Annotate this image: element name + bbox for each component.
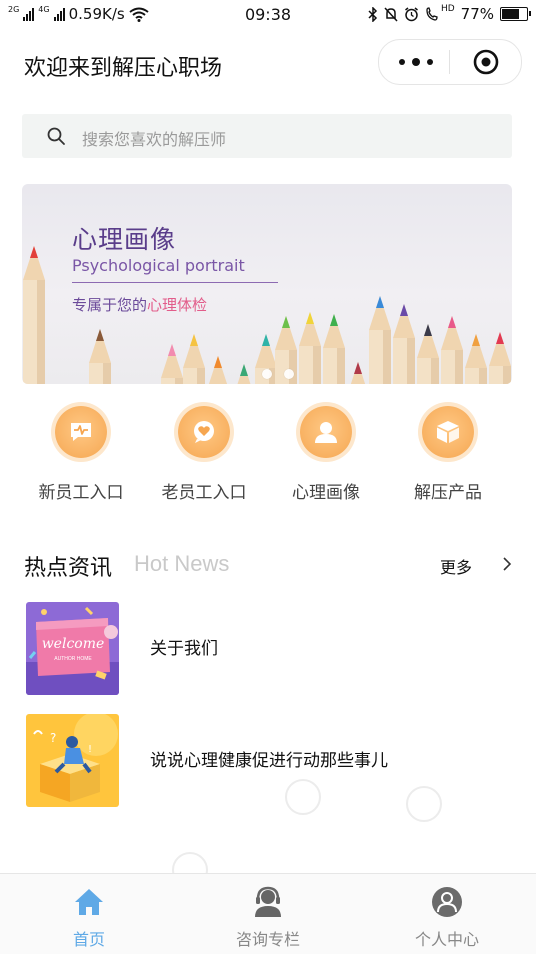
more-link[interactable]: 更多 xyxy=(440,554,472,578)
box-icon xyxy=(422,406,474,458)
tab-home[interactable]: 首页 xyxy=(0,874,178,954)
mini-program-capsule xyxy=(378,39,522,85)
pencil-5 xyxy=(208,356,228,384)
news-thumbnail-mental-health: ? ! xyxy=(26,714,119,807)
bell-off-icon xyxy=(384,6,398,22)
pencil-14 xyxy=(417,324,439,384)
banner-divider xyxy=(72,282,278,283)
shortcut-label: 解压产品 xyxy=(414,483,482,503)
pencil-9 xyxy=(299,312,321,384)
banner-subtitle: Psychological portrait xyxy=(72,256,245,275)
decor-circle xyxy=(406,786,442,822)
alarm-icon xyxy=(404,6,418,21)
pencil-16 xyxy=(465,334,487,384)
shortcut-old-employee[interactable]: 老员工入口 xyxy=(143,404,265,504)
carousel-dot-2[interactable] xyxy=(284,369,294,379)
page: 2G 4G 0.59K/s 09:38 HD 77% 欢迎来到解压心职场 搜索您… xyxy=(0,0,536,954)
pencil-10 xyxy=(323,314,345,384)
banner-tag-highlight: 心理体检 xyxy=(147,296,208,314)
shortcut-entries: 新员工入口 老员工入口 心理画像 解压产品 xyxy=(0,404,536,514)
banner-tagline: 专属于您的心理体检 xyxy=(72,294,207,315)
banner-carousel[interactable]: 心理画像 Psychological portrait 专属于您的心理体检 xyxy=(22,184,512,384)
carousel-dots xyxy=(262,369,294,379)
hot-news-title: 热点资讯 xyxy=(24,556,113,581)
search-icon xyxy=(47,127,65,145)
shortcut-psych-portrait[interactable]: 心理画像 xyxy=(265,404,387,504)
banner-tag-prefix: 专属于您的 xyxy=(72,296,148,314)
status-right: HD 77% xyxy=(368,4,531,23)
pencil-17 xyxy=(489,332,511,384)
shortcut-new-employee[interactable]: 新员工入口 xyxy=(20,404,142,504)
pencil-6 xyxy=(237,364,251,384)
pencil-15 xyxy=(441,316,463,384)
tab-label: 个人中心 xyxy=(414,930,479,949)
pencil-1 xyxy=(23,246,45,384)
pulse-chat-icon xyxy=(55,406,107,458)
header: 欢迎来到解压心职场 xyxy=(0,30,536,100)
pencil-13 xyxy=(393,304,415,384)
person-icon xyxy=(432,887,462,917)
pencil-4 xyxy=(183,334,205,384)
shortcut-label: 新员工入口 xyxy=(38,483,124,503)
shortcut-label: 老员工入口 xyxy=(161,483,247,503)
hd-label: HD xyxy=(440,4,455,14)
status-bar: 2G 4G 0.59K/s 09:38 HD 77% xyxy=(0,0,536,30)
pencil-11 xyxy=(350,362,366,384)
search-placeholder: 搜索您喜欢的解压师 xyxy=(82,130,227,149)
close-target-icon[interactable] xyxy=(473,49,499,75)
headset-user-icon xyxy=(255,886,281,917)
news-item-mental-health[interactable]: ? ! 说说心理健康促进行动那些事儿 xyxy=(0,714,536,810)
carousel-dot-1[interactable] xyxy=(262,369,272,379)
thumb-exclamation-mark: ! xyxy=(88,744,92,755)
capsule-divider xyxy=(449,50,450,74)
hd-call-icon xyxy=(426,6,438,21)
pencil-3 xyxy=(161,344,183,384)
decor-circle xyxy=(285,779,321,815)
tab-profile[interactable]: 个人中心 xyxy=(358,874,536,954)
tab-label: 首页 xyxy=(72,930,105,949)
bluetooth-icon xyxy=(368,6,378,22)
chevron-right-icon[interactable] xyxy=(502,556,512,572)
news-item-title: 关于我们 xyxy=(150,639,218,659)
hot-news-title-en: Hot News xyxy=(134,551,230,576)
home-icon xyxy=(75,889,103,915)
thumb-question-mark: ? xyxy=(50,731,56,745)
colored-pencils-illustration xyxy=(23,246,511,384)
pencil-12 xyxy=(369,296,391,384)
thumb-welcome-text: welcome xyxy=(42,636,105,652)
battery-icon xyxy=(500,7,531,21)
tab-consult[interactable]: 咨询专栏 xyxy=(179,874,357,954)
battery-fill xyxy=(502,9,519,19)
battery-percent: 77% xyxy=(460,5,494,23)
more-icon[interactable] xyxy=(399,58,433,66)
heart-chat-icon xyxy=(178,406,230,458)
news-thumbnail-welcome: welcome AUTHOR HOME xyxy=(26,602,119,695)
thumb-author-text: AUTHOR HOME xyxy=(54,656,92,662)
search-bar[interactable]: 搜索您喜欢的解压师 xyxy=(22,114,512,158)
banner-title: 心理画像 xyxy=(72,225,177,254)
user-icon xyxy=(300,406,352,458)
shortcut-label: 心理画像 xyxy=(292,483,360,503)
page-title: 欢迎来到解压心职场 xyxy=(24,56,223,81)
hot-news-header: 热点资讯 Hot News 更多 xyxy=(0,544,536,584)
news-item-title: 说说心理健康促进行动那些事儿 xyxy=(150,751,388,771)
shortcut-products[interactable]: 解压产品 xyxy=(387,404,509,504)
pencil-2 xyxy=(89,329,111,384)
bottom-tab-bar: 首页 咨询专栏 个人中心 xyxy=(0,873,536,954)
tab-label: 咨询专栏 xyxy=(235,930,300,949)
news-item-about-us[interactable]: welcome AUTHOR HOME 关于我们 xyxy=(0,602,536,698)
